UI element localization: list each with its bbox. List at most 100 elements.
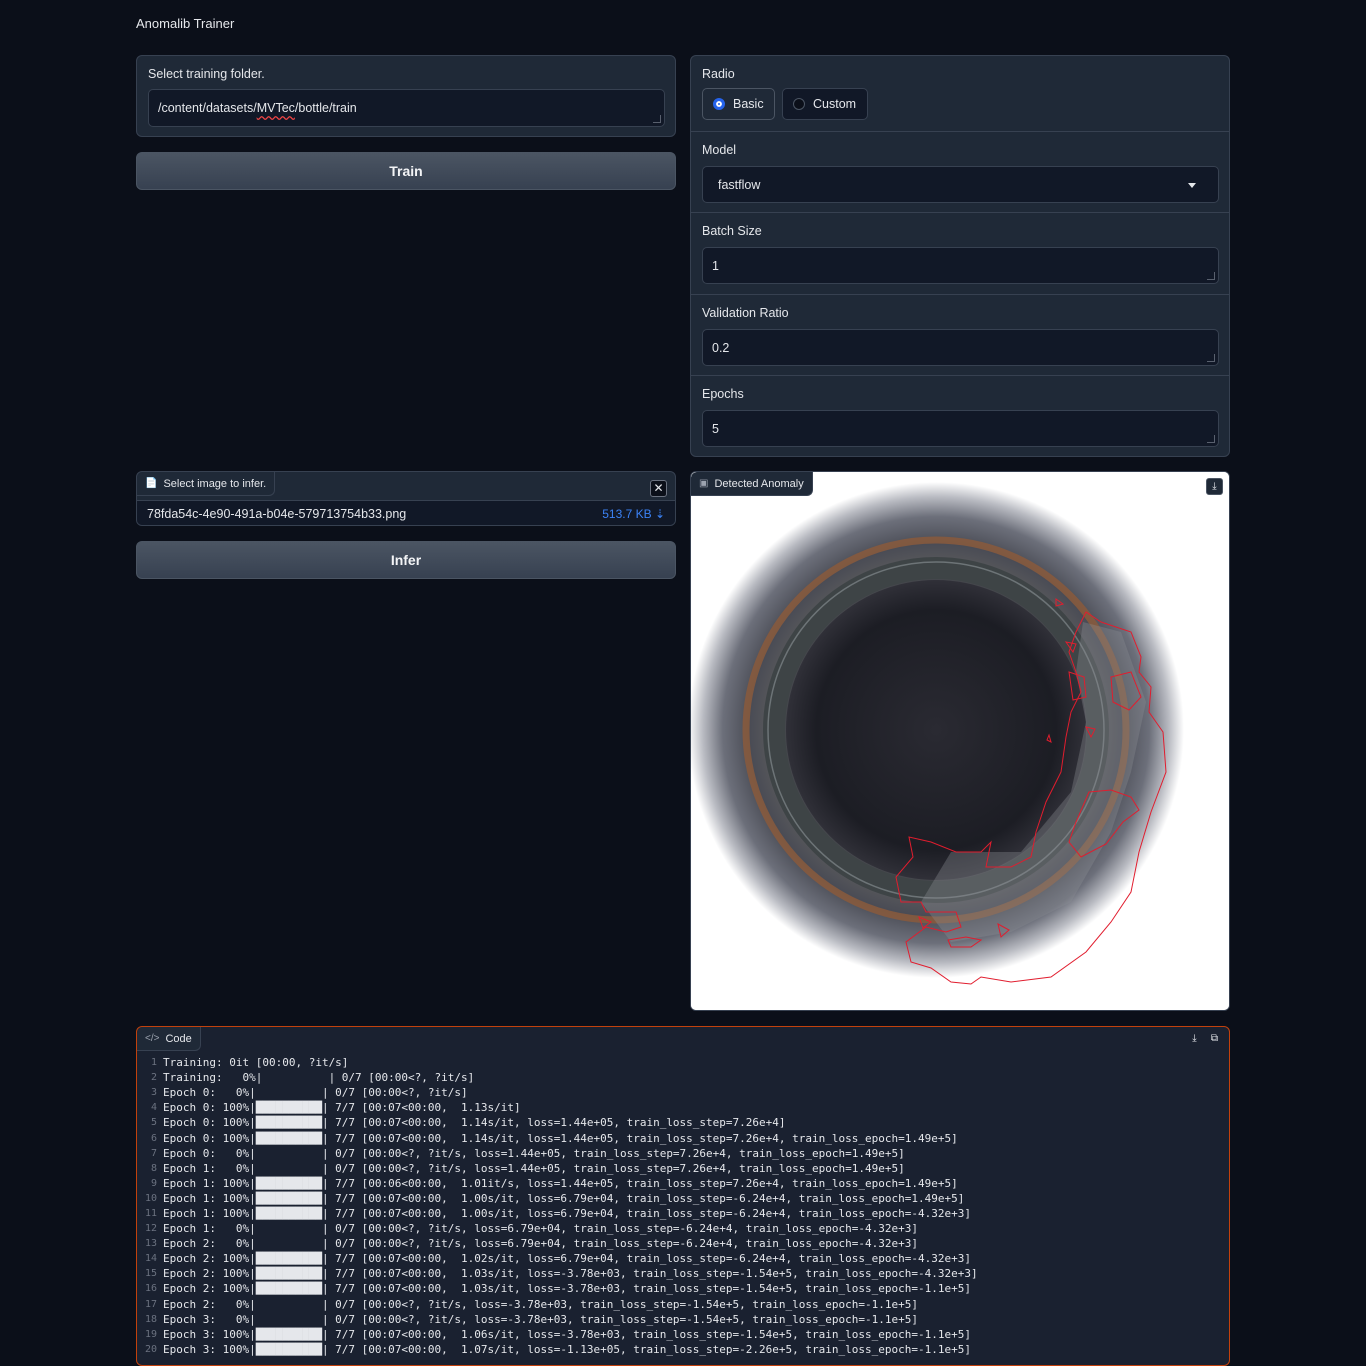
resize-handle-icon[interactable] (1207, 272, 1215, 280)
code-line: 11 Epoch 1: 100%|██████████| 7/7 [00:07<0… (137, 1206, 1229, 1221)
settings-panel: Radio Basic Custom Model fastflow Batch … (690, 55, 1230, 457)
line-number: 4 (150, 1102, 157, 1114)
anomaly-image (691, 472, 1229, 1010)
infer-file-panel: 📄 Select image to infer. ✕ 78fda54c-4e90… (136, 471, 676, 526)
download-icon[interactable]: ⤓ (1206, 478, 1223, 495)
line-number: 18 (144, 1313, 157, 1325)
line-number: 7 (150, 1147, 157, 1159)
line-number: 12 (144, 1223, 157, 1235)
line-number: 9 (150, 1177, 157, 1189)
epochs-section: Epochs 5 (691, 375, 1229, 457)
radio-selected-icon (713, 98, 725, 110)
line-text: Epoch 1: 100%|██████████| 7/7 [00:07<00:… (163, 1206, 971, 1220)
line-text: Epoch 3: 0%| | 0/7 [00:00<?, ?it/s, loss… (163, 1312, 918, 1326)
code-line: 6 Epoch 0: 100%|██████████| 7/7 [00:07<00… (137, 1130, 1229, 1145)
model-dropdown[interactable]: fastflow (702, 166, 1219, 203)
line-number: 13 (144, 1238, 157, 1250)
line-text: Epoch 2: 0%| | 0/7 [00:00<?, ?it/s, loss… (163, 1237, 918, 1251)
line-text: Epoch 0: 0%| | 0/7 [00:00<?, ?it/s, loss… (163, 1146, 905, 1160)
training-folder-input[interactable]: /content/datasets/MVTec/bottle/train (148, 89, 665, 127)
infer-file-tab: 📄 Select image to infer. (137, 472, 276, 496)
batch-size-label: Batch Size (702, 224, 762, 238)
line-number: 6 (150, 1132, 157, 1144)
line-number: 11 (144, 1207, 157, 1219)
infer-button[interactable]: Infer (136, 541, 676, 579)
code-tab: </> Code (137, 1027, 201, 1051)
model-dropdown-value: fastflow (718, 177, 761, 192)
code-line: 17 Epoch 2: 0%| | 0/7 [00:00<?, ?it/s, lo… (137, 1297, 1229, 1312)
line-text: Epoch 1: 100%|██████████| 7/7 [00:06<00:… (163, 1176, 958, 1190)
code-line: 20 Epoch 3: 100%|██████████| 7/7 [00:07<0… (137, 1342, 1229, 1357)
line-number: 20 (144, 1343, 157, 1355)
code-line: 1 Training: 0it [00:00, ?it/s] (137, 1055, 1229, 1070)
line-text: Epoch 0: 100%|██████████| 7/7 [00:07<00:… (163, 1131, 958, 1145)
code-line: 16 Epoch 2: 100%|██████████| 7/7 [00:07<0… (137, 1281, 1229, 1296)
line-number: 17 (144, 1298, 157, 1310)
batch-size-section: Batch Size 1 (691, 212, 1229, 294)
validation-ratio-section: Validation Ratio 0.2 (691, 294, 1229, 375)
line-text: Epoch 0: 100%|██████████| 7/7 [00:07<00:… (163, 1101, 521, 1115)
code-line: 4 Epoch 0: 100%|██████████| 7/7 [00:07<00… (137, 1100, 1229, 1115)
code-icon: </> (145, 1033, 160, 1044)
line-text: Epoch 1: 0%| | 0/7 [00:00<?, ?it/s, loss… (163, 1222, 918, 1236)
train-button[interactable]: Train (136, 152, 676, 190)
validation-ratio-input[interactable]: 0.2 (702, 329, 1219, 366)
code-line: 5 Epoch 0: 100%|██████████| 7/7 [00:07<00… (137, 1115, 1229, 1130)
infer-file-label: Select image to infer. (163, 477, 267, 490)
line-number: 15 (144, 1268, 157, 1280)
resize-handle-icon[interactable] (1207, 435, 1215, 443)
line-text: Epoch 0: 0%| | 0/7 [00:00<?, ?it/s] (163, 1086, 468, 1100)
line-text: Training: 0it [00:00, ?it/s] (163, 1056, 349, 1070)
line-text: Training: 0%| | 0/7 [00:00<?, ?it/s] (163, 1071, 475, 1085)
line-number: 14 (144, 1253, 157, 1265)
chevron-down-icon (1188, 183, 1196, 188)
code-line: 2 Training: 0%| | 0/7 [00:00<?, ?it/s] (137, 1070, 1229, 1085)
uploaded-file-row: 78fda54c-4e90-491a-b04e-579713754b33.png… (137, 500, 675, 525)
training-folder-panel: Select training folder. /content/dataset… (136, 55, 676, 137)
line-text: Epoch 2: 100%|██████████| 7/7 [00:07<00:… (163, 1252, 971, 1266)
code-lines: 1 Training: 0it [00:00, ?it/s] 2 Training: … (137, 1055, 1229, 1357)
uploaded-file-name: 78fda54c-4e90-491a-b04e-579713754b33.png (147, 506, 407, 521)
code-line: 7 Epoch 0: 0%| | 0/7 [00:00<?, ?it/s, los… (137, 1146, 1229, 1161)
code-line: 13 Epoch 2: 0%| | 0/7 [00:00<?, ?it/s, lo… (137, 1236, 1229, 1251)
line-number: 3 (150, 1087, 157, 1099)
code-line: 18 Epoch 3: 0%| | 0/7 [00:00<?, ?it/s, lo… (137, 1312, 1229, 1327)
radio-unselected-icon (793, 98, 805, 110)
radio-option-basic[interactable]: Basic (702, 88, 775, 120)
radio-option-custom-label: Custom (813, 97, 857, 111)
code-line: 8 Epoch 1: 0%| | 0/7 [00:00<?, ?it/s, los… (137, 1161, 1229, 1176)
line-number: 2 (150, 1072, 157, 1084)
download-icon[interactable]: ⤓ (1186, 1031, 1203, 1048)
uploaded-file-size[interactable]: 513.7 KB ⇣ (602, 507, 665, 521)
image-icon: ▣ (699, 478, 709, 489)
detected-anomaly-label: Detected Anomaly (714, 477, 804, 490)
validation-ratio-label: Validation Ratio (702, 306, 789, 320)
code-label: Code (165, 1032, 192, 1045)
code-output-panel: </> Code ⤓ ⧉ 1 Training: 0it [00:00, ?it/… (136, 1026, 1230, 1366)
resize-handle-icon[interactable] (1207, 354, 1215, 362)
code-line: 14 Epoch 2: 100%|██████████| 7/7 [00:07<0… (137, 1251, 1229, 1266)
detected-anomaly-tab: ▣ Detected Anomaly (691, 472, 813, 496)
line-text: Epoch 2: 100%|██████████| 7/7 [00:07<00:… (163, 1267, 978, 1281)
line-number: 8 (150, 1162, 157, 1174)
epochs-value: 5 (712, 421, 719, 436)
line-text: Epoch 2: 0%| | 0/7 [00:00<?, ?it/s, loss… (163, 1297, 918, 1311)
batch-size-value: 1 (712, 258, 719, 273)
file-icon: 📄 (145, 478, 158, 489)
close-icon[interactable]: ✕ (650, 480, 667, 497)
training-folder-value: /content/datasets/MVTec/bottle/train (158, 101, 357, 115)
resize-handle-icon[interactable] (653, 115, 661, 123)
code-line: 15 Epoch 2: 100%|██████████| 7/7 [00:07<0… (137, 1266, 1229, 1281)
copy-icon[interactable]: ⧉ (1206, 1031, 1223, 1048)
epochs-input[interactable]: 5 (702, 410, 1219, 447)
line-text: Epoch 3: 100%|██████████| 7/7 [00:07<00:… (163, 1342, 971, 1356)
line-number: 19 (144, 1328, 157, 1340)
code-line: 9 Epoch 1: 100%|██████████| 7/7 [00:06<00… (137, 1176, 1229, 1191)
radio-option-custom[interactable]: Custom (782, 88, 868, 120)
line-text: Epoch 2: 100%|██████████| 7/7 [00:07<00:… (163, 1282, 971, 1296)
radio-label: Radio (702, 67, 735, 81)
code-line: 3 Epoch 0: 0%| | 0/7 [00:00<?, ?it/s] (137, 1085, 1229, 1100)
code-line: 10 Epoch 1: 100%|██████████| 7/7 [00:07<0… (137, 1191, 1229, 1206)
training-folder-label: Select training folder. (148, 67, 265, 81)
batch-size-input[interactable]: 1 (702, 247, 1219, 284)
